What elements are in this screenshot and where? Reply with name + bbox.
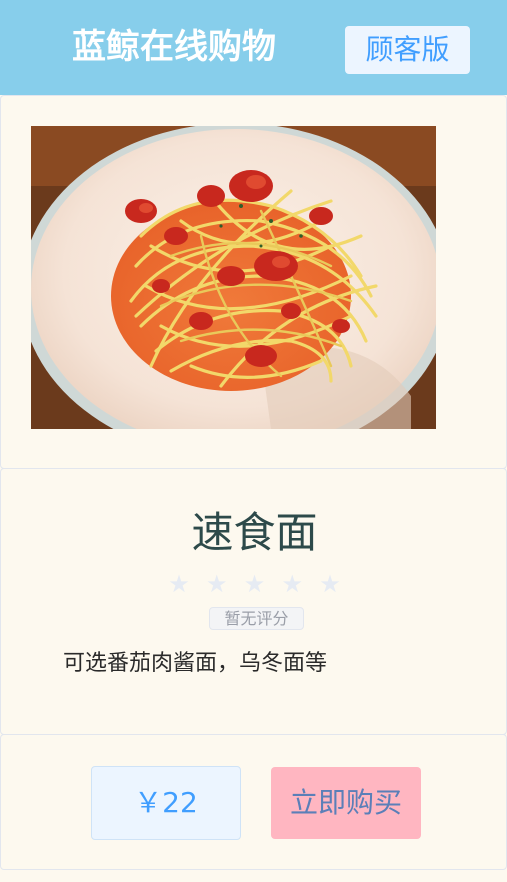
app: 蓝鲸在线购物 顾客版 速食面 ★ ★ ★ ★ ★ 暂无评分 可选番茄肉酱面，乌冬… (0, 0, 507, 882)
header-bar: 蓝鲸在线购物 顾客版 (0, 0, 507, 95)
star-icon[interactable]: ★ (243, 572, 267, 596)
product-info-card: 速食面 ★ ★ ★ ★ ★ 暂无评分 可选番茄肉酱面，乌冬面等 (0, 468, 507, 735)
star-icon[interactable]: ★ (318, 572, 342, 596)
version-badge[interactable]: 顾客版 (345, 26, 470, 74)
buy-now-button[interactable]: 立即购买 (271, 767, 421, 839)
product-description: 可选番茄肉酱面，乌冬面等 (63, 651, 328, 676)
star-icon[interactable]: ★ (205, 572, 229, 596)
product-image-card (0, 95, 507, 469)
price-tag: ￥22 (91, 766, 241, 840)
app-title: 蓝鲸在线购物 (72, 27, 276, 67)
product-image (31, 126, 436, 429)
rating-status-badge: 暂无评分 (209, 607, 304, 630)
star-rating[interactable]: ★ ★ ★ ★ ★ (167, 572, 342, 602)
star-icon[interactable]: ★ (280, 572, 304, 596)
star-icon[interactable]: ★ (167, 572, 191, 596)
product-name: 速食面 (191, 508, 318, 557)
purchase-card: ￥22 立即购买 (0, 734, 507, 870)
